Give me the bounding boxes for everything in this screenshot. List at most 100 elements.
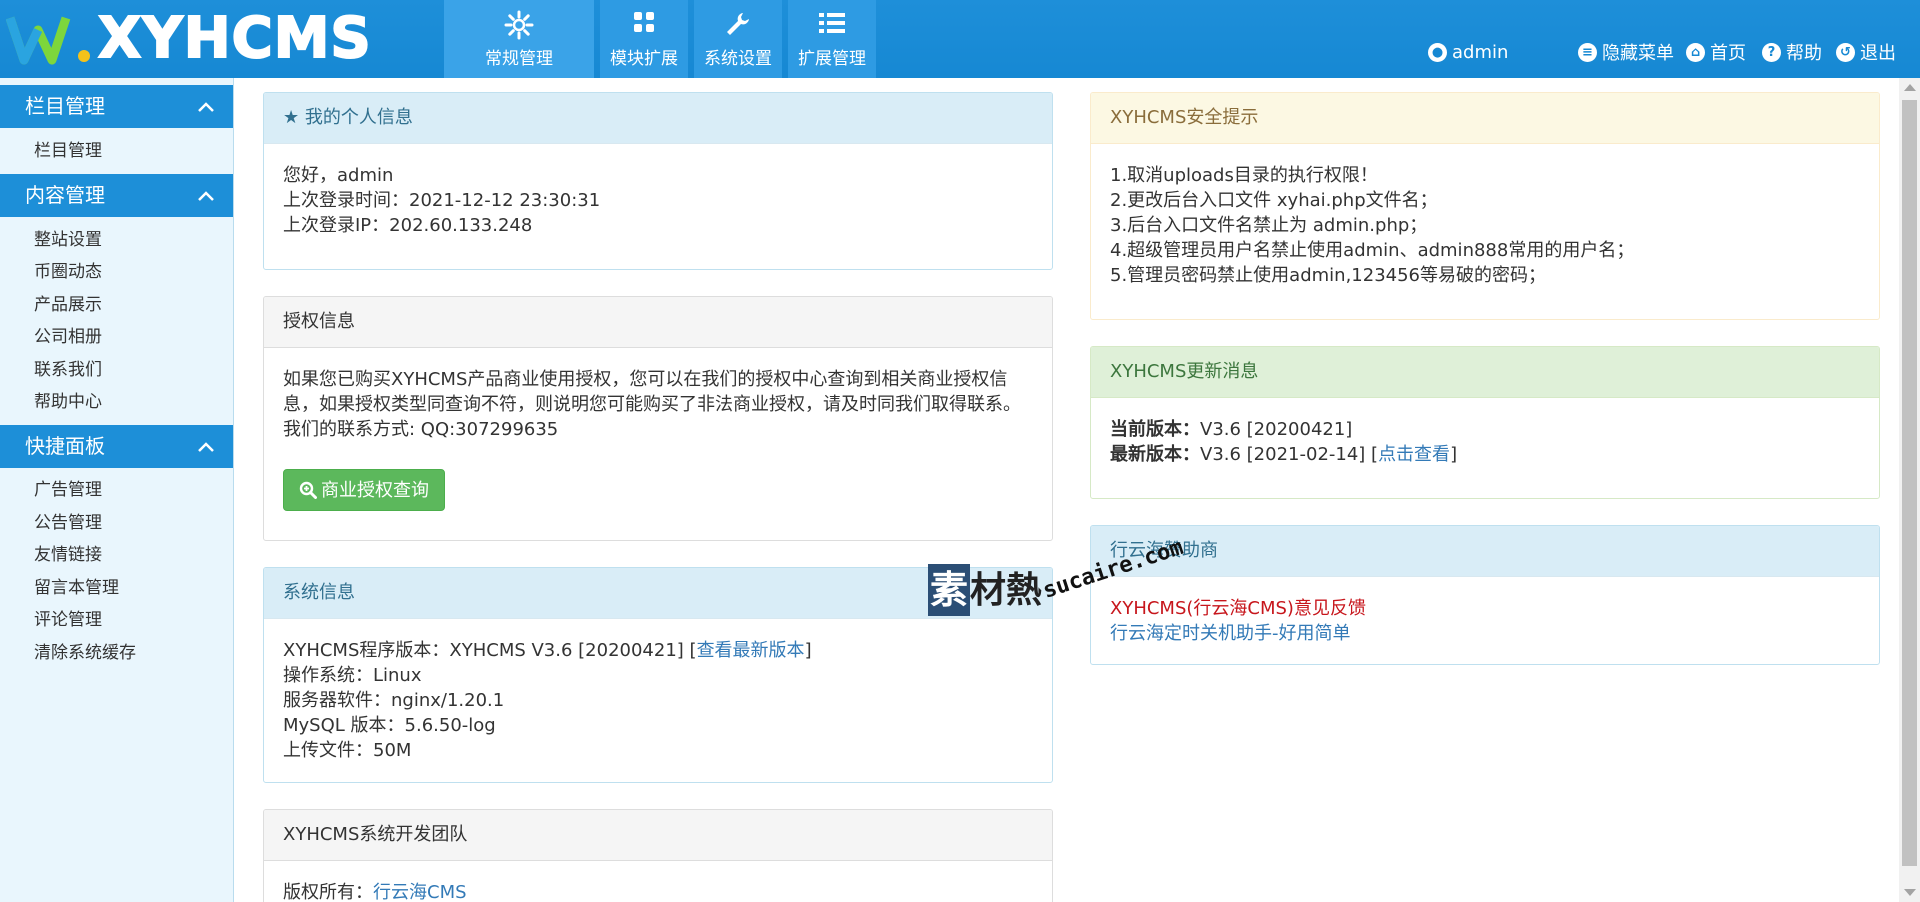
sidebar: 栏目管理 栏目管理 内容管理 整站设置 币圈动态 产品展示 公司相册 联系我们 … xyxy=(0,78,234,902)
feedback-link[interactable]: XYHCMS(行云海CMS)意见反馈 xyxy=(1110,596,1860,621)
page-scrollbar[interactable] xyxy=(1899,78,1920,902)
sidebar-item-products[interactable]: 产品展示 xyxy=(34,294,102,316)
dev-team-panel: XYHCMS系统开发团队 版权所有：行云海CMS xyxy=(263,809,1053,902)
hide-menu-label: 隐藏菜单 xyxy=(1602,43,1674,64)
tab-label: 常规管理 xyxy=(485,49,553,69)
sidebar-group-title: 内容管理 xyxy=(25,183,105,207)
sidebar-item-guestbook[interactable]: 留言本管理 xyxy=(34,577,119,599)
security-tip: 1.取消uploads目录的执行权限！ xyxy=(1110,165,1378,186)
help-label: 帮助 xyxy=(1786,43,1822,64)
license-panel: 授权信息 如果您已购买XYHCMS产品商业使用授权，您可以在我们的授权中心查询到… xyxy=(263,296,1053,541)
sidebar-group-column-management[interactable]: 栏目管理 xyxy=(0,85,233,128)
sidebar-item-crypto-news[interactable]: 币圈动态 xyxy=(34,261,102,283)
username: admin xyxy=(1452,41,1509,63)
copyright-label: 版权所有： xyxy=(283,882,373,902)
sidebar-item-comments[interactable]: 评论管理 xyxy=(34,609,102,631)
tab-label: 系统设置 xyxy=(704,49,772,69)
sidebar-item-help-center[interactable]: 帮助中心 xyxy=(34,391,102,413)
sidebar-item-clear-cache[interactable]: 清除系统缓存 xyxy=(34,642,136,664)
scroll-down-arrow-icon[interactable] xyxy=(1904,889,1916,896)
tab-label: 扩展管理 xyxy=(798,49,866,69)
current-version-label: 当前版本： xyxy=(1110,419,1200,440)
last-login-time: 上次登录时间：2021-12-12 23:30:31 xyxy=(283,190,601,211)
sidebar-group-title: 栏目管理 xyxy=(25,94,105,118)
license-text: 如果您已购买XYHCMS产品商业使用授权，您可以在我们的授权中心查询到相关商业授… xyxy=(283,369,1021,440)
sidebar-item-site-settings[interactable]: 整站设置 xyxy=(34,229,102,251)
mysql-info: MySQL 版本：5.6.50-log xyxy=(283,715,496,736)
security-tip: 4.超级管理员用户名禁止使用admin、admin888常用的用户名； xyxy=(1110,240,1635,261)
top-bar: XYHCMS 常规管理 模块扩展 系统设置 扩展管理 ● admin ≡ 隐藏菜… xyxy=(0,0,1920,78)
sidebar-item-ads[interactable]: 广告管理 xyxy=(34,479,102,501)
check-latest-version-link[interactable]: 查看最新版本 xyxy=(697,640,805,661)
current-version-value: V3.6 [20200421] xyxy=(1200,419,1353,440)
latest-version: 最新版本：V3.6 [2021-02-14] [点击查看] xyxy=(1110,442,1860,467)
last-login-ip: 上次登录IP：202.60.133.248 xyxy=(283,215,533,236)
sidebar-item-contact[interactable]: 联系我们 xyxy=(34,359,102,381)
help-link[interactable]: ? 帮助 xyxy=(1762,40,1822,64)
logout-icon: ↺ xyxy=(1836,42,1855,62)
sidebar-group-quick-panel[interactable]: 快捷面板 xyxy=(0,425,233,468)
tab-extension-management[interactable]: 扩展管理 xyxy=(788,0,876,78)
current-version: 当前版本：V3.6 [20200421] xyxy=(1110,417,1860,442)
tab-routine-management[interactable]: 常规管理 xyxy=(444,0,594,78)
home-link[interactable]: ⌂ 首页 xyxy=(1686,40,1746,64)
grid-icon xyxy=(634,12,654,32)
panel-title: XYHCMS安全提示 xyxy=(1091,93,1879,144)
sidebar-group-title: 快捷面板 xyxy=(25,434,105,458)
greeting-text: 您好，admin xyxy=(283,165,394,186)
bracket-text: ] xyxy=(804,640,812,661)
latest-version-label: 最新版本： xyxy=(1110,444,1200,465)
panel-title: ★ 我的个人信息 xyxy=(264,93,1052,144)
bracket-text: ] xyxy=(1450,444,1458,465)
license-query-label: 商业授权查询 xyxy=(321,479,429,501)
program-version: XYHCMS程序版本：XYHCMS V3.6 [20200421] [查看最新版… xyxy=(283,638,1033,663)
scrollbar-thumb[interactable] xyxy=(1902,100,1917,866)
zoom-in-icon xyxy=(299,481,317,499)
panel-title: 授权信息 xyxy=(264,297,1052,348)
security-tip: 5.管理员密码禁止使用admin,123456等易破的密码； xyxy=(1110,265,1547,286)
sidebar-item-column-management[interactable]: 栏目管理 xyxy=(34,140,102,162)
sidebar-item-friend-links[interactable]: 友情链接 xyxy=(34,544,102,566)
license-query-button[interactable]: 商业授权查询 xyxy=(283,469,445,511)
program-version-text: XYHCMS程序版本：XYHCMS V3.6 [20200421] [ xyxy=(283,640,697,661)
user-icon: ● xyxy=(1428,42,1447,62)
brand-logo[interactable]: XYHCMS xyxy=(6,4,438,72)
watermark-badge: 素 xyxy=(928,564,971,616)
chevron-up-icon xyxy=(198,102,214,112)
latest-version-value: V3.6 [2021-02-14] [ xyxy=(1200,444,1379,465)
security-tips-panel: XYHCMS安全提示 1.取消uploads目录的执行权限！ 2.更改后台入口文… xyxy=(1090,92,1880,320)
profile-panel: ★ 我的个人信息 您好，admin 上次登录时间：2021-12-12 23:3… xyxy=(263,92,1053,270)
logout-link[interactable]: ↺ 退出 xyxy=(1836,40,1896,64)
panel-title: XYHCMS系统开发团队 xyxy=(264,810,1052,861)
panel-title: XYHCMS更新消息 xyxy=(1091,347,1879,398)
logout-label: 退出 xyxy=(1860,43,1896,64)
scroll-up-arrow-icon[interactable] xyxy=(1904,84,1916,91)
sidebar-group-content-management[interactable]: 内容管理 xyxy=(0,174,233,217)
sponsor-panel: 行云海赞助商 XYHCMS(行云海CMS)意见反馈 行云海定时关机助手-好用简单 xyxy=(1090,525,1880,665)
os-info: 操作系统：Linux xyxy=(283,665,422,686)
current-user[interactable]: ● admin xyxy=(1428,40,1508,64)
copyright-link[interactable]: 行云海CMS xyxy=(373,882,467,902)
tab-label: 模块扩展 xyxy=(610,49,678,69)
home-icon: ⌂ xyxy=(1686,42,1705,62)
security-tip: 3.后台入口文件名禁止为 admin.php； xyxy=(1110,215,1428,236)
panel-title: 行云海赞助商 xyxy=(1091,526,1879,577)
server-info: 服务器软件：nginx/1.20.1 xyxy=(283,690,505,711)
view-update-link[interactable]: 点击查看 xyxy=(1378,444,1450,465)
sidebar-item-album[interactable]: 公司相册 xyxy=(34,326,102,348)
logo-text: XYHCMS xyxy=(97,5,372,72)
security-tip: 2.更改后台入口文件 xyhai.php文件名； xyxy=(1110,190,1438,211)
logo-mark-icon xyxy=(6,16,90,65)
home-label: 首页 xyxy=(1710,43,1746,64)
chevron-up-icon xyxy=(198,442,214,452)
list-icon xyxy=(819,13,845,33)
hide-menu-link[interactable]: ≡ 隐藏菜单 xyxy=(1578,40,1674,64)
update-panel: XYHCMS更新消息 当前版本：V3.6 [20200421] 最新版本：V3.… xyxy=(1090,346,1880,499)
menu-icon: ≡ xyxy=(1578,42,1597,62)
sidebar-item-announcements[interactable]: 公告管理 xyxy=(34,512,102,534)
wrench-icon xyxy=(727,13,749,35)
tab-module-extension[interactable]: 模块扩展 xyxy=(600,0,688,78)
help-icon: ? xyxy=(1762,42,1781,62)
shutdown-helper-link[interactable]: 行云海定时关机助手-好用简单 xyxy=(1110,621,1860,646)
tab-system-settings[interactable]: 系统设置 xyxy=(694,0,782,78)
